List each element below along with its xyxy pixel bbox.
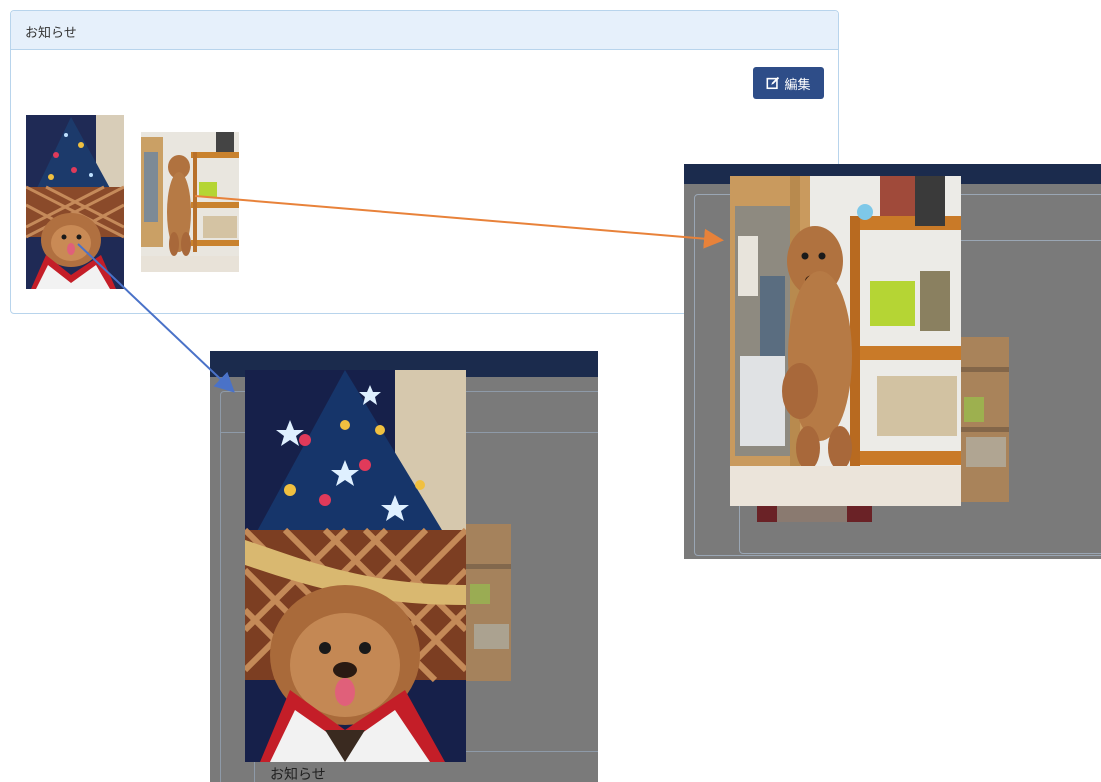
panel-heading: お知らせ [11, 11, 838, 50]
zoom-overlay-christmas: お知らせ [210, 351, 598, 782]
enlarged-christmas-dog-photo[interactable] [245, 370, 466, 762]
zoom-overlay-dog-shelf [684, 164, 1101, 559]
thumbnail-christmas-dog[interactable] [26, 115, 124, 289]
overlay-bg-christmas-remnant [757, 504, 872, 522]
overlay-bg-dog-shelf [960, 337, 1009, 502]
overlay-bg-dog-shelf [464, 524, 511, 681]
edit-square-icon [767, 76, 780, 90]
edit-button-label: 編集 [784, 76, 811, 92]
edit-button[interactable]: 編集 [753, 67, 824, 99]
overlay-footer-label: お知らせ [270, 766, 326, 782]
thumbnail-dog-shelf[interactable] [141, 132, 239, 272]
enlarged-dog-shelf-photo[interactable] [730, 176, 961, 506]
